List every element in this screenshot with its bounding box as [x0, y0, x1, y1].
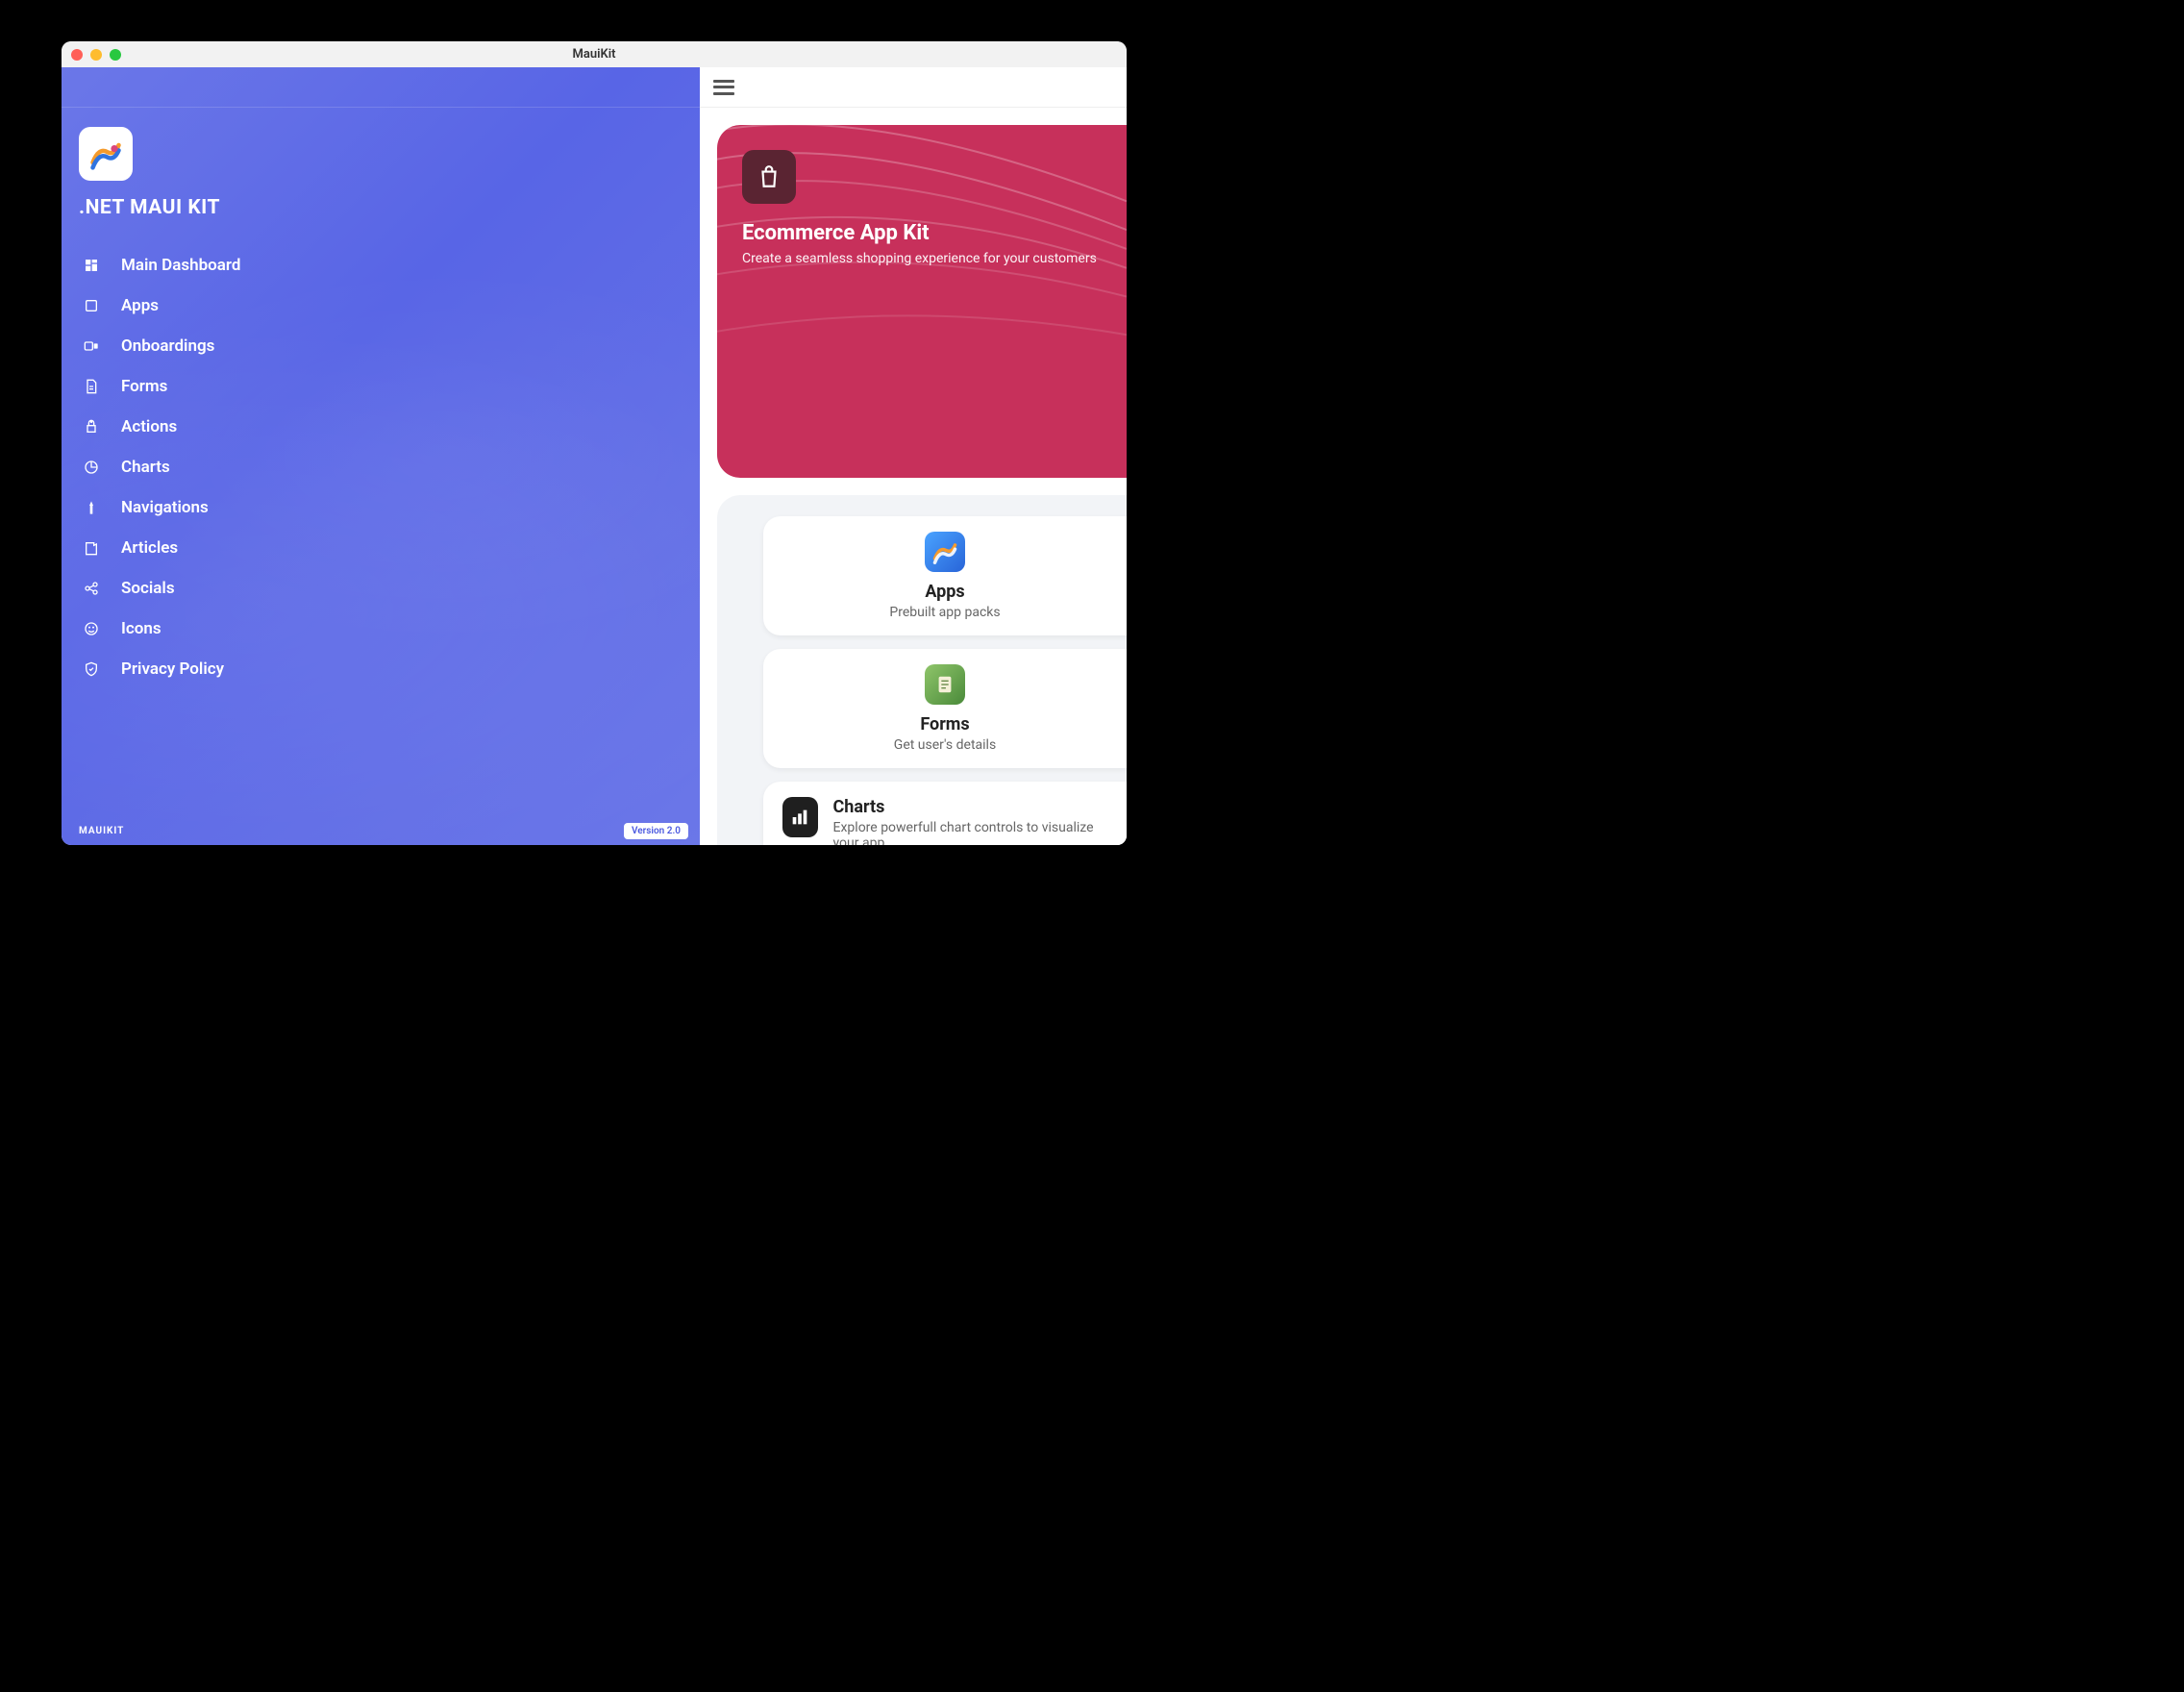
sidebar-top-strip	[62, 67, 700, 108]
feature-card-title: Apps	[925, 582, 964, 602]
sidebar-item-apps[interactable]: Apps	[79, 288, 682, 323]
shopping-bag-icon	[742, 150, 796, 204]
window-title: MauiKit	[62, 47, 1127, 62]
hero-ecommerce-card[interactable]: Ecommerce App Kit Create a seamless shop…	[717, 125, 1127, 478]
sidebar-item-label: Charts	[121, 458, 170, 477]
sidebar-item-onboardings[interactable]: Onboardings	[79, 329, 682, 363]
sidebar-item-label: Onboardings	[121, 336, 214, 356]
sidebar: .NET MAUI KIT Main Dashboard Apps	[62, 67, 700, 845]
sidebar-item-label: Forms	[121, 377, 167, 396]
charts-color-icon	[782, 797, 818, 837]
sidebar-item-label: Articles	[121, 538, 178, 558]
main-panel: Ecommerce App Kit Create a seamless shop…	[700, 67, 1127, 845]
sidebar-item-actions[interactable]: Actions	[79, 410, 682, 444]
feature-cards-container: Apps Prebuilt app packs Forms Get user's…	[717, 495, 1127, 845]
app-window: MauiKit .NET MAUI KIT	[62, 41, 1127, 845]
forms-icon	[83, 378, 100, 395]
sidebar-item-label: Icons	[121, 619, 161, 638]
sidebar-nav: Main Dashboard Apps Onboardings	[79, 248, 682, 686]
sidebar-brand: MAUIKIT	[79, 826, 124, 836]
sidebar-item-charts[interactable]: Charts	[79, 450, 682, 485]
sidebar-item-label: Navigations	[121, 498, 209, 517]
feature-card-title: Forms	[920, 714, 969, 734]
titlebar: MauiKit	[62, 41, 1127, 67]
sidebar-item-forms[interactable]: Forms	[79, 369, 682, 404]
feature-card-subtitle: Get user's details	[894, 737, 996, 753]
sidebar-item-label: Main Dashboard	[121, 256, 240, 275]
sidebar-item-label: Socials	[121, 579, 175, 598]
dashboard-icon	[83, 257, 100, 274]
hero-subtitle: Create a seamless shopping experience fo…	[742, 251, 1102, 266]
feature-card-subtitle: Prebuilt app packs	[889, 605, 1000, 620]
sidebar-item-privacy-policy[interactable]: Privacy Policy	[79, 652, 682, 686]
sidebar-title: .NET MAUI KIT	[79, 196, 682, 219]
version-badge: Version 2.0	[624, 823, 688, 839]
forms-color-icon	[925, 664, 965, 705]
feature-card-title: Charts	[833, 797, 1107, 817]
main-toolbar	[700, 67, 1127, 108]
hamburger-menu-button[interactable]	[713, 80, 734, 95]
sidebar-item-socials[interactable]: Socials	[79, 571, 682, 606]
onboarding-icon	[83, 337, 100, 355]
sidebar-item-articles[interactable]: Articles	[79, 531, 682, 565]
feature-card-forms[interactable]: Forms Get user's details	[763, 649, 1127, 768]
sidebar-item-icons[interactable]: Icons	[79, 611, 682, 646]
apps-color-icon	[925, 532, 965, 572]
privacy-icon	[83, 660, 100, 678]
feature-card-apps[interactable]: Apps Prebuilt app packs	[763, 516, 1127, 635]
sidebar-item-main-dashboard[interactable]: Main Dashboard	[79, 248, 682, 283]
app-logo	[79, 127, 133, 181]
apps-icon	[83, 297, 100, 314]
sidebar-item-label: Actions	[121, 417, 177, 436]
feature-card-subtitle: Explore powerfull chart controls to visu…	[833, 820, 1107, 845]
socials-icon	[83, 580, 100, 597]
content: .NET MAUI KIT Main Dashboard Apps	[62, 67, 1127, 845]
icons-icon	[83, 620, 100, 637]
hero-title: Ecommerce App Kit	[742, 221, 1102, 245]
articles-icon	[83, 539, 100, 557]
sidebar-footer: MAUIKIT Version 2.0	[79, 823, 688, 839]
charts-icon	[83, 459, 100, 476]
feature-card-charts[interactable]: Charts Explore powerfull chart controls …	[763, 782, 1127, 845]
navigations-icon	[83, 499, 100, 516]
actions-icon	[83, 418, 100, 435]
sidebar-item-label: Privacy Policy	[121, 659, 224, 679]
main-scroll[interactable]: Ecommerce App Kit Create a seamless shop…	[700, 108, 1127, 845]
sidebar-item-navigations[interactable]: Navigations	[79, 490, 682, 525]
sidebar-item-label: Apps	[121, 296, 159, 315]
